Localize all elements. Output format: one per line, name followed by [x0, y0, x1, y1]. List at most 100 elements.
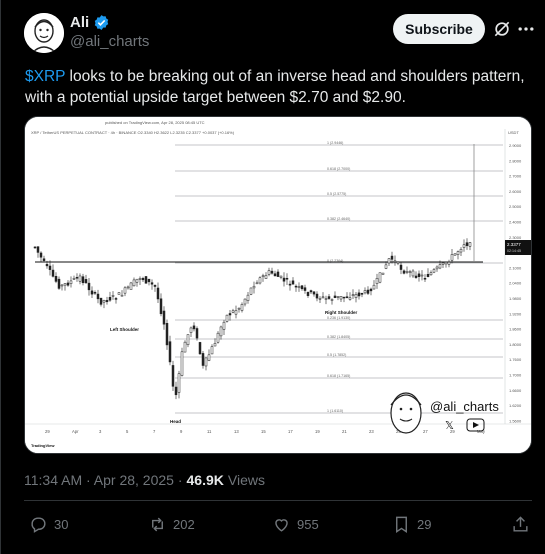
candle-body [204, 357, 208, 367]
candle-body [249, 287, 253, 295]
candle-body [108, 297, 112, 301]
candle-body [120, 294, 124, 297]
candle-body [297, 286, 301, 288]
candle-body [345, 296, 349, 299]
price-tick: 2.6000 [509, 189, 522, 194]
price-tick: 1.8000 [509, 342, 522, 347]
fib-label: 0.382 (2.4640) [327, 217, 350, 221]
candle-body [462, 244, 466, 248]
candle-body [306, 291, 310, 296]
currency-label: USDT [508, 130, 519, 135]
countdown-value: 02:14:45 [507, 249, 521, 253]
candle-body [456, 251, 460, 255]
candle-body [270, 270, 274, 274]
price-tick: 1.6200 [509, 403, 522, 408]
last-price-value: 2.3377 [507, 242, 521, 247]
date-tick: 11 [207, 429, 212, 434]
candle-body [468, 242, 472, 247]
candle-body [450, 254, 454, 261]
candle-body [159, 298, 163, 315]
candle-body [396, 261, 400, 264]
tweet-timestamp[interactable]: 11:34 AM · Apr 28, 2025 · [24, 472, 183, 488]
candle-body [426, 274, 430, 277]
cashtag-link[interactable]: $XRP [25, 68, 65, 85]
candle-body [381, 272, 385, 275]
candle-body [75, 277, 79, 279]
right-shoulder-label: Right Shoulder [325, 310, 357, 315]
candle-body [351, 294, 355, 296]
fib-label: 0.5 (1.7852) [327, 353, 346, 357]
bookmark-button[interactable]: 29 [392, 515, 431, 534]
candle-body [42, 258, 46, 261]
candle-body [294, 285, 298, 288]
more-options-icon[interactable] [516, 19, 536, 39]
bookmark-icon [396, 516, 407, 533]
price-tick: 1.7000 [509, 373, 522, 378]
candle-body [189, 327, 193, 333]
candle-body [198, 342, 202, 355]
candle-body [417, 273, 421, 277]
candle-body [201, 353, 205, 366]
candle-body [66, 282, 70, 286]
candle-body [321, 296, 325, 299]
candle-body [96, 293, 100, 300]
chart-image[interactable]: published on TradingView.com, Apr 28, 20… [24, 116, 532, 454]
price-tick: 2.3000 [509, 235, 522, 240]
repost-icon [152, 517, 163, 532]
price-tick: 2.0400 [509, 281, 522, 286]
repost-button[interactable]: 202 [148, 515, 195, 534]
published-label: published on TradingView.com, Apr 28, 20… [105, 120, 205, 125]
candle-body [261, 275, 265, 278]
candle-body [441, 262, 445, 265]
subscribe-button[interactable]: Subscribe [393, 14, 485, 44]
timeline-border [0, 0, 1, 554]
candle-body [354, 294, 358, 298]
like-count: 955 [297, 517, 319, 532]
candle-body [162, 310, 166, 325]
views-count: 46.9K [186, 472, 224, 488]
candle-body [186, 334, 190, 346]
candle-body [330, 299, 334, 301]
date-tick: 29 [45, 429, 50, 434]
price-tick: 2.9000 [509, 143, 522, 148]
candle-body [438, 264, 442, 269]
candle-body [282, 277, 286, 282]
author-handle[interactable]: @ali_charts [70, 33, 149, 50]
grok-icon[interactable] [492, 19, 512, 39]
candle-body [303, 287, 307, 291]
candle-body [132, 279, 136, 287]
candle-body [51, 269, 55, 277]
candle-body [429, 272, 433, 276]
candle-body [375, 278, 379, 284]
date-tick: 27 [423, 429, 428, 434]
candle-body [435, 266, 439, 270]
candle-body [237, 307, 241, 310]
candle-body [324, 298, 328, 300]
candle-body [276, 271, 280, 277]
candle-body [213, 343, 217, 347]
candle-body [411, 270, 415, 277]
candle-body [291, 280, 295, 285]
candle-body [87, 282, 91, 291]
reply-button[interactable]: 30 [29, 515, 68, 534]
candle-body [459, 248, 463, 253]
candle-body [207, 354, 211, 361]
candle-body [72, 278, 76, 280]
candle-body [135, 278, 139, 283]
watermark-handle: @ali_charts [430, 399, 499, 414]
candle-body [453, 253, 457, 256]
candle-body [264, 275, 268, 279]
candle-body [273, 273, 277, 277]
candle-body [141, 278, 145, 281]
candle-body [117, 292, 121, 295]
author-name[interactable]: Ali [70, 14, 89, 31]
share-button[interactable] [511, 515, 530, 534]
candle-body [210, 346, 214, 355]
fib-label: 0.618 (2.7000) [327, 167, 350, 171]
reply-icon [31, 517, 46, 533]
avatar[interactable] [24, 13, 64, 53]
candle-body [192, 325, 196, 330]
candle-body [267, 270, 271, 275]
like-button[interactable]: 955 [272, 515, 319, 534]
candle-body [168, 341, 172, 363]
